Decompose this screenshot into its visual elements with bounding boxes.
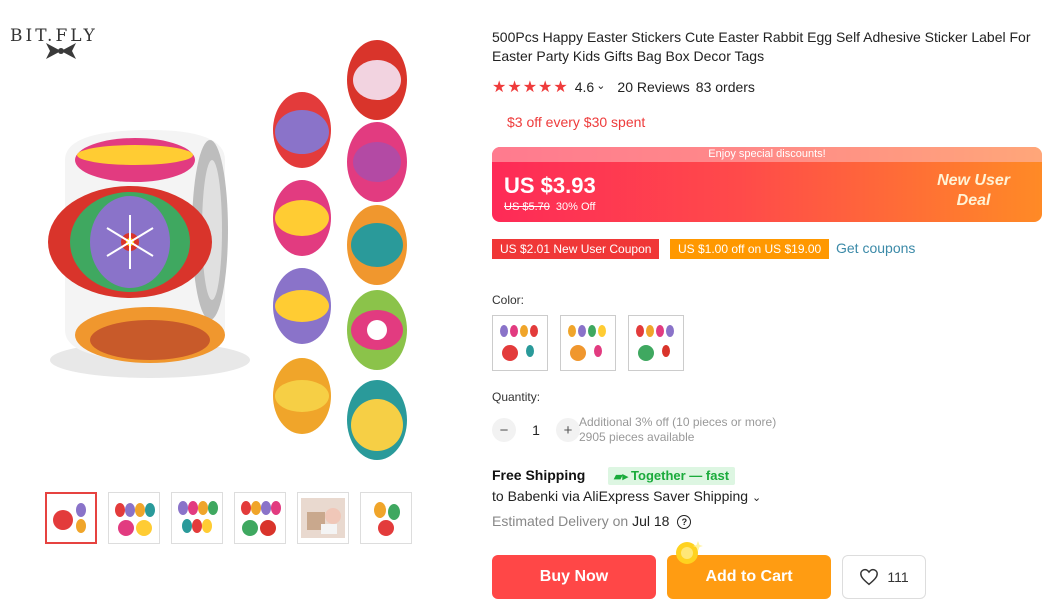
rating-row: ★★★★★ 4.6 ⌄ 20 Reviews 83 orders xyxy=(492,77,755,97)
thumbnail-2[interactable] xyxy=(108,492,160,544)
quantity-minus-button[interactable]: − xyxy=(492,418,516,442)
together-fast-text: Together — fast xyxy=(631,468,730,483)
quantity-info: Additional 3% off (10 pieces or more) 29… xyxy=(579,415,776,445)
product-main-image[interactable] xyxy=(40,30,430,470)
thumbnail-5[interactable] xyxy=(297,492,349,544)
color-label: Color: xyxy=(492,293,525,307)
current-price: US $3.93 xyxy=(504,173,596,198)
new-user-deal-banner: Enjoy special discounts! US $3.93 US $5.… xyxy=(492,147,1042,222)
shipping-method[interactable]: to Babenki via AliExpress Saver Shipping… xyxy=(492,488,761,504)
thumbnail-6[interactable] xyxy=(360,492,412,544)
delivery-date: Jul 18 xyxy=(632,513,670,529)
chevron-down-icon[interactable]: ⌄ xyxy=(752,492,761,504)
coupon-store[interactable]: US $1.00 off on US $19.00 xyxy=(670,239,830,259)
delivery-prefix: Estimated Delivery on xyxy=(492,513,629,529)
stock-available-text: 2905 pieces available xyxy=(579,430,695,444)
original-price: US $5.70 xyxy=(504,201,550,213)
shipping-destination: to Babenki via AliExpress Saver Shipping xyxy=(492,488,749,504)
color-option-2[interactable] xyxy=(560,315,616,371)
color-option-1[interactable] xyxy=(492,315,548,371)
get-coupons-link[interactable]: Get coupons xyxy=(836,240,915,256)
rating-value[interactable]: 4.6 xyxy=(575,79,594,95)
rating-stars: ★★★★★ xyxy=(492,79,569,96)
quantity-stepper: − 1 + xyxy=(492,418,580,442)
estimated-delivery: Estimated Delivery on Jul 18 ? xyxy=(492,513,692,530)
orders-count: 83 orders xyxy=(695,79,755,95)
thumbnail-1[interactable] xyxy=(45,492,97,544)
thumbnail-4[interactable] xyxy=(234,492,286,544)
color-option-3[interactable] xyxy=(628,315,684,371)
free-shipping-label: Free Shipping xyxy=(492,467,586,483)
new-user-deal-tag: New User Deal xyxy=(937,171,1010,211)
product-title: 500Pcs Happy Easter Stickers Cute Easter… xyxy=(492,29,1031,64)
coin-sparkle-icon xyxy=(676,541,703,564)
bulk-discount-text: Additional 3% off (10 pieces or more) xyxy=(579,415,777,429)
discount-percent: 30% Off xyxy=(555,201,596,213)
wishlist-count: 111 xyxy=(887,569,909,585)
reviews-link[interactable]: 20 Reviews xyxy=(617,79,689,95)
color-options xyxy=(492,315,684,371)
store-promo[interactable]: $3 off every $30 spent xyxy=(507,114,645,130)
truck-icon: ▰▸ xyxy=(614,471,632,483)
new-user-deal-line2: Deal xyxy=(956,192,991,209)
chevron-down-icon[interactable]: ⌄ xyxy=(596,79,605,92)
quantity-plus-button[interactable]: + xyxy=(556,418,580,442)
together-fast-badge: ▰▸ Together — fast xyxy=(608,467,736,485)
quantity-label: Quantity: xyxy=(492,390,541,404)
quantity-input[interactable]: 1 xyxy=(526,422,546,438)
buy-now-button[interactable]: Buy Now xyxy=(492,555,656,599)
help-icon[interactable]: ? xyxy=(677,515,692,530)
wishlist-button[interactable]: 111 xyxy=(842,555,926,599)
heart-icon xyxy=(860,568,879,586)
new-user-deal-line1: New User xyxy=(937,172,1010,189)
thumbnail-3[interactable] xyxy=(171,492,223,544)
coupon-new-user[interactable]: US $2.01 New User Coupon xyxy=(492,239,660,259)
deal-banner-top: Enjoy special discounts! xyxy=(492,147,1042,162)
thumbnail-strip xyxy=(45,492,412,544)
price-original-row: US $5.70 30% Off xyxy=(504,201,595,213)
